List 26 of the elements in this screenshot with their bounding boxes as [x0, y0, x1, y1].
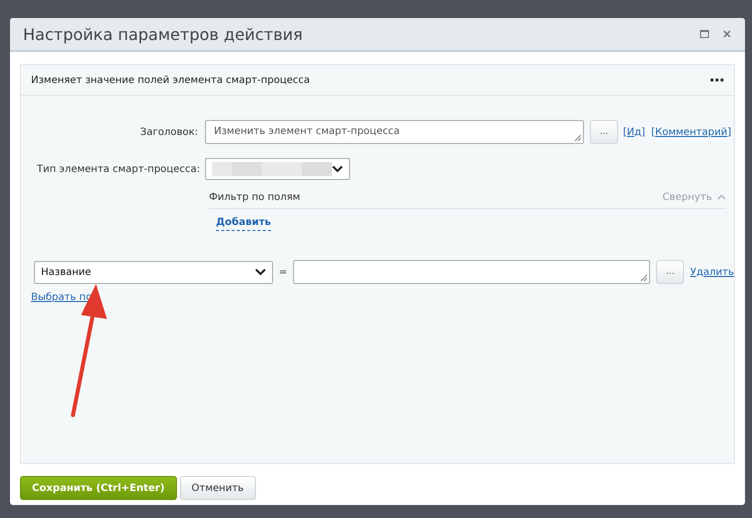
action-description: Изменяет значение полей элемента смарт-процесса: [31, 74, 311, 86]
resize-grip-icon: [574, 134, 582, 142]
resize-grip-icon: [640, 274, 648, 282]
value-input[interactable]: [293, 260, 650, 284]
field-label: Тип элемента смарт-процесса:: [36, 164, 201, 174]
chevron-up-icon: [717, 194, 726, 200]
more-button[interactable]: ...: [656, 260, 684, 284]
link[interactable]: [Ид]: [623, 126, 646, 138]
close-icon[interactable]: [723, 30, 731, 38]
add-link[interactable]: Добавить: [216, 217, 271, 231]
section-title: Фильтр по полям: [209, 192, 300, 202]
cancel-button[interactable]: Отменить: [180, 476, 256, 500]
more-icon[interactable]: [710, 78, 724, 82]
type-select[interactable]: [205, 158, 350, 180]
chevron-down-icon: [254, 268, 266, 276]
maximize-icon[interactable]: [700, 30, 709, 38]
field-select[interactable]: Название: [34, 260, 273, 284]
save-button[interactable]: Сохранить (Ctrl+Enter): [20, 476, 177, 500]
dialog-title: Настройка параметров действия: [23, 24, 304, 44]
title-input[interactable]: Изменить элемент смарт-процесса: [205, 120, 584, 144]
more-button[interactable]: ...: [590, 120, 618, 144]
remove-link[interactable]: Удалить: [690, 266, 734, 278]
field-label: Заголовок:: [139, 126, 199, 138]
link[interactable]: [Комментарий]: [651, 126, 732, 138]
chevron-down-icon: [332, 165, 343, 173]
operator: =: [278, 266, 288, 278]
